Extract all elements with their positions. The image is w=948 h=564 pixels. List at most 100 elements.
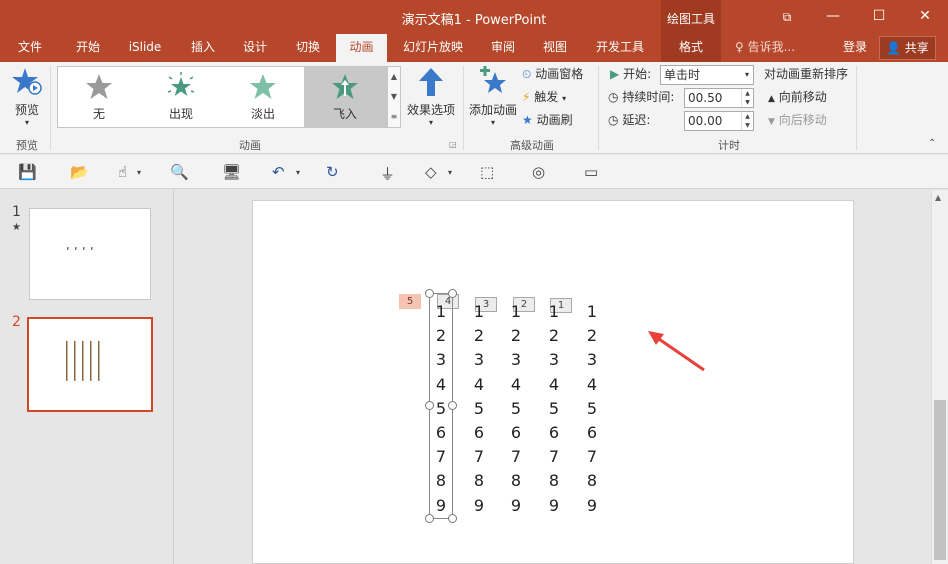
column-number: 6 [510, 423, 522, 443]
collapse-ribbon-icon[interactable]: ⌃ [928, 138, 936, 149]
trigger-button[interactable]: ⚡ 触发 ▾ [522, 87, 566, 107]
tab-insert[interactable]: 插入 [181, 34, 225, 62]
column-number: 2 [473, 326, 485, 346]
column-number: 1 [473, 302, 485, 321]
animation-appear[interactable]: 出现 [140, 67, 222, 127]
chevron-down-icon[interactable]: ▼ [388, 87, 400, 107]
column-number: 1 [586, 302, 598, 321]
column-number: 7 [548, 447, 560, 467]
tab-file[interactable]: 文件 [8, 34, 52, 62]
chevron-down-icon[interactable]: ▾ [296, 168, 300, 177]
gallery-more-icon[interactable]: ≡ [388, 107, 400, 127]
chevron-down-icon: ▾ [744, 70, 749, 79]
share-button[interactable]: 👤 共享 [879, 36, 936, 60]
print-preview-icon[interactable]: 🔍 [170, 163, 189, 181]
animation-star-icon: ★ [12, 222, 21, 233]
divider [598, 66, 599, 150]
column-number: 2 [510, 326, 522, 346]
number-column[interactable]: 1 2 3 4 5 6 7 8 9 [582, 300, 602, 518]
triangle-up-icon: ▲ [768, 94, 775, 104]
divider [856, 66, 857, 150]
move-later-button[interactable]: ▼ 向后移动 [768, 110, 827, 130]
tab-review[interactable]: 审阅 [481, 34, 525, 62]
maximize-icon[interactable]: ☐ [856, 0, 902, 34]
slide-thumbnail-2[interactable] [27, 317, 153, 412]
tab-home[interactable]: 开始 [66, 34, 110, 62]
column-number: 5 [510, 398, 522, 418]
animation-fly-in[interactable]: 飞入 [304, 67, 386, 127]
animation-fade[interactable]: 淡出 [222, 67, 304, 127]
column-number: 8 [548, 471, 560, 491]
undo-icon[interactable]: ↶ [272, 163, 285, 181]
clock-icon: ◷ [608, 113, 619, 127]
tab-transitions[interactable]: 切换 [286, 34, 330, 62]
minimize-icon[interactable]: — [810, 0, 856, 34]
column-number: 6 [548, 423, 560, 443]
number-column[interactable]: 1 2 3 4 5 6 7 8 9 [469, 300, 489, 518]
duration-spinner[interactable]: ▲ ▼ [741, 89, 753, 107]
effect-options-button[interactable]: 效果选项 ▾ [404, 66, 458, 127]
tab-islide[interactable]: iSlide [118, 34, 172, 62]
close-icon[interactable]: ✕ [902, 0, 948, 34]
align-icon[interactable]: ⏚ [380, 163, 395, 184]
resize-handle[interactable] [425, 401, 434, 410]
ribbon-display-icon[interactable]: ⧉ [772, 0, 802, 34]
redo-icon[interactable]: ↻ [326, 163, 339, 181]
tab-view[interactable]: 视图 [533, 34, 577, 62]
open-folder-icon[interactable]: 📂 [70, 163, 89, 181]
animation-pane-button[interactable]: ⏲ 动画窗格 [522, 64, 583, 84]
animation-pane-icon: ⏲ [522, 67, 532, 81]
painter-star-icon: ★ [522, 113, 533, 127]
column-number: 3 [548, 350, 560, 370]
star-play-icon [12, 68, 42, 95]
tab-design[interactable]: 设计 [233, 34, 277, 62]
picture-icon[interactable]: ▭ [584, 163, 598, 181]
window-title: 演示文稿1 - PowerPoint [401, 13, 547, 28]
chevron-up-icon[interactable]: ▲ [935, 193, 941, 202]
dialog-launcher-icon[interactable]: ◲ [449, 140, 457, 149]
save-icon[interactable]: 💾 [18, 163, 37, 181]
chevron-down-icon[interactable]: ▾ [448, 168, 452, 177]
resize-handle[interactable] [425, 289, 434, 298]
add-animation-button[interactable]: 添加动画 ▾ [467, 66, 519, 127]
group-objects-icon[interactable]: ⬚ [480, 163, 494, 181]
start-label: ▶ 开始: [610, 67, 652, 81]
tab-slideshow[interactable]: 幻灯片放映 [394, 34, 472, 62]
slide-thumbnail-1[interactable] [29, 208, 151, 300]
tab-format[interactable]: 格式 [661, 34, 721, 62]
animation-order-tag[interactable]: 5 [399, 294, 421, 309]
delay-spinner[interactable]: ▲ ▼ [741, 112, 753, 130]
merge-shapes-icon[interactable]: ◎ [532, 163, 545, 181]
resize-handle[interactable] [448, 514, 457, 523]
number-column[interactable]: 1 2 3 4 5 6 7 8 9 [506, 300, 526, 518]
tell-me-box[interactable]: ♀ 告诉我... [735, 34, 795, 62]
animation-none[interactable]: 无 [58, 67, 140, 127]
number-column[interactable]: 1 2 3 4 5 6 7 8 9 [544, 300, 564, 518]
move-earlier-button[interactable]: ▲ 向前移动 [768, 87, 827, 107]
resize-handle[interactable] [448, 401, 457, 410]
vertical-scrollbar[interactable]: ▲ [931, 190, 948, 564]
column-number: 9 [586, 495, 598, 515]
shapes-icon[interactable]: ◇ [425, 163, 437, 181]
delay-label: ◷ 延迟: [608, 113, 651, 127]
scrollbar-thumb[interactable] [934, 400, 946, 560]
star-fly-in-icon [332, 74, 358, 99]
tab-developer[interactable]: 开发工具 [587, 34, 653, 62]
login-link[interactable]: 登录 [843, 34, 867, 62]
column-number: 1 [510, 302, 522, 321]
tab-animations[interactable]: 动画 [336, 34, 387, 62]
resize-handle[interactable] [425, 514, 434, 523]
delay-input[interactable]: 00.00 ▲ ▼ [684, 111, 754, 131]
presenter-icon[interactable]: 🖥 [222, 163, 241, 181]
touch-mode-icon[interactable]: ☝ [118, 163, 127, 181]
resize-handle[interactable] [448, 289, 457, 298]
chevron-up-icon[interactable]: ▲ [388, 67, 400, 87]
start-select[interactable]: 单击时 ▾ [660, 65, 754, 85]
duration-input[interactable]: 00.50 ▲ ▼ [684, 88, 754, 108]
animation-painter-button[interactable]: ★ 动画刷 [522, 110, 573, 130]
reorder-label: 对动画重新排序 [764, 67, 849, 81]
divider [50, 66, 51, 150]
preview-button[interactable]: 预览 ▾ [8, 66, 46, 127]
gallery-scroll[interactable]: ▲ ▼ ≡ [387, 66, 401, 128]
chevron-down-icon[interactable]: ▾ [137, 168, 141, 177]
